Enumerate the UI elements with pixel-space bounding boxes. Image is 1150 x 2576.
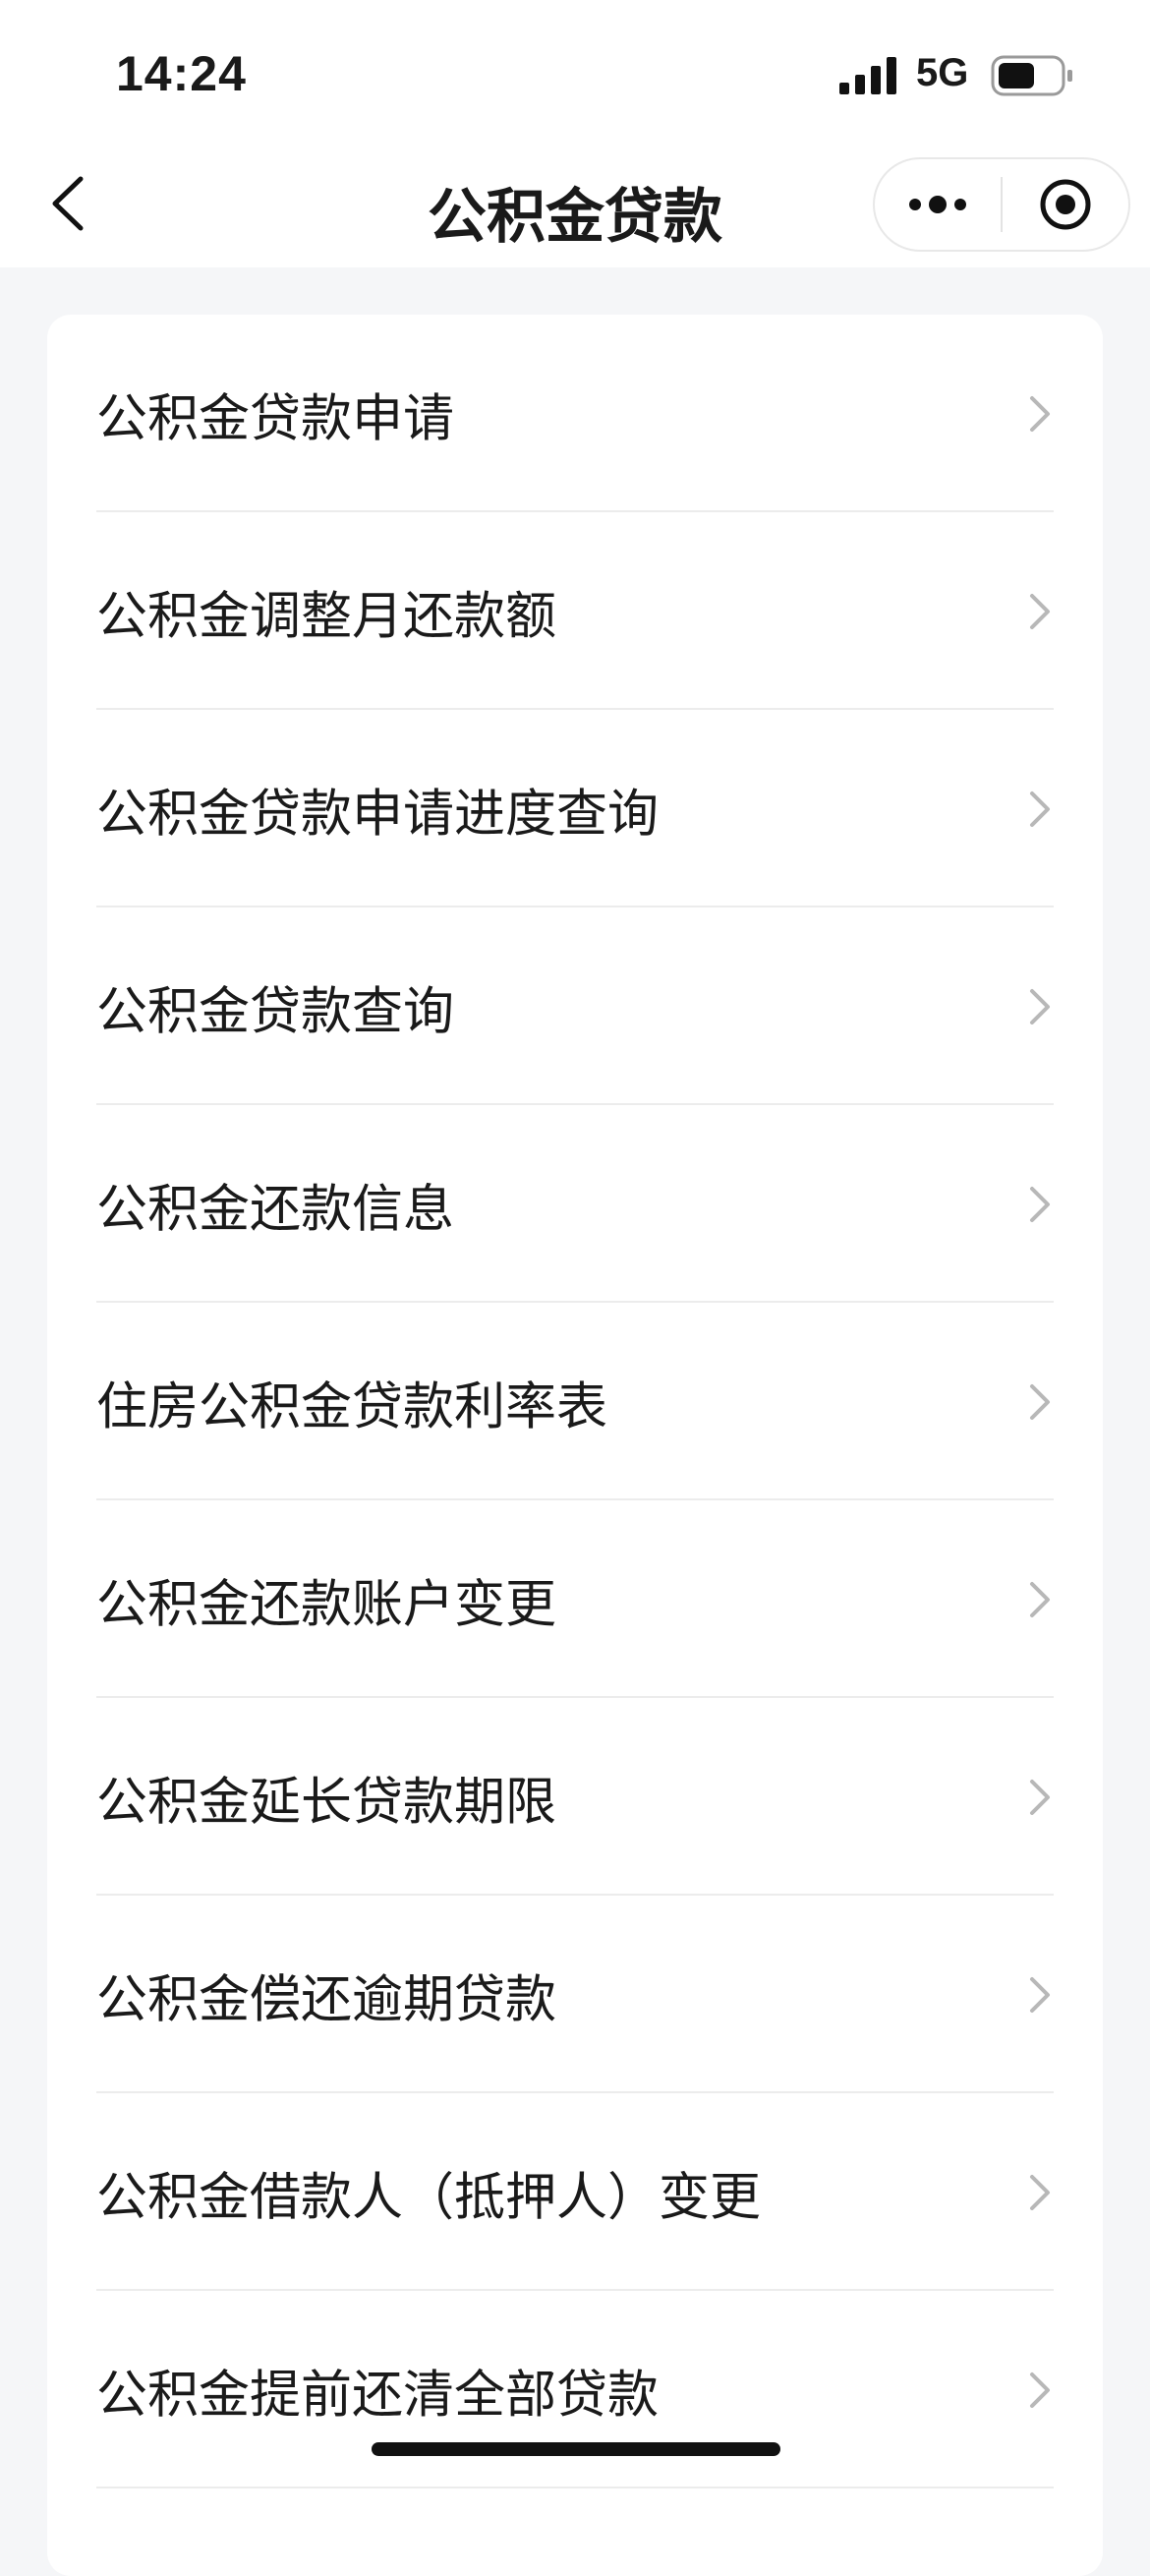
chevron-right-icon — [1030, 395, 1050, 432]
status-time: 14:24 — [116, 46, 247, 101]
menu-item-label: 公积金借款人（抵押人）变更 — [96, 2168, 762, 2227]
navigation-bar: 公积金贷款 — [0, 147, 1150, 267]
menu-item[interactable]: 公积金贷款申请进度查询 — [96, 710, 1054, 907]
chevron-right-icon — [1030, 2371, 1050, 2408]
menu-item[interactable]: 公积金提前还清全部贷款 — [96, 2291, 1054, 2488]
menu-item[interactable]: 公积金延长贷款期限 — [96, 1698, 1054, 1896]
menu-item[interactable]: 公积金调整月还款额 — [96, 512, 1054, 710]
top-bar: 14:24 5G 公积金贷款 — [0, 0, 1150, 267]
menu-item-label: 公积金提前还清全部贷款 — [96, 2366, 660, 2425]
home-indicator — [372, 2442, 780, 2456]
network-type: 5G — [916, 51, 969, 94]
chevron-right-icon — [1030, 1976, 1050, 2013]
battery-fill — [999, 63, 1034, 88]
mini-program-capsule — [873, 157, 1130, 252]
menu-item[interactable]: 公积金还款信息 — [96, 1105, 1054, 1303]
chevron-right-icon — [1030, 2174, 1050, 2210]
chevron-right-icon — [1030, 593, 1050, 629]
signal-icon — [839, 57, 896, 94]
menu-card: 公积金贷款申请公积金调整月还款额公积金贷款申请进度查询 公积金贷款查询 公积金还款信… — [47, 315, 1103, 2576]
menu-item-label: 公积金还款信息 — [96, 1180, 455, 1239]
menu-item[interactable]: 公积金偿还逾期贷款 — [96, 1896, 1054, 2093]
chevron-right-icon — [1030, 1779, 1050, 1815]
more-dots-icon — [909, 196, 966, 213]
menu-item[interactable]: 公积金还款账户变更 — [96, 1500, 1054, 1698]
chevron-right-icon — [1030, 790, 1050, 827]
chevron-right-icon — [1030, 988, 1050, 1025]
menu-item-label: 公积金贷款申请 — [96, 389, 455, 448]
row-separator — [96, 2487, 1054, 2488]
menu-item-label: 公积金还款账户变更 — [96, 1575, 557, 1634]
close-button[interactable] — [1003, 159, 1128, 250]
menu-item[interactable]: 住房公积金贷款利率表 — [96, 1303, 1054, 1500]
menu-item-label: 公积金偿还逾期贷款 — [96, 1970, 557, 2029]
menu-item-label: 公积金调整月还款额 — [96, 587, 557, 646]
menu-item[interactable]: 公积金贷款申请 — [96, 315, 1054, 512]
menu-item[interactable]: 公积金贷款查询 — [96, 907, 1054, 1105]
chevron-right-icon — [1030, 1383, 1050, 1420]
menu-item-label: 公积金贷款查询 — [96, 982, 455, 1041]
menu-item[interactable]: 公积金借款人（抵押人）变更 — [96, 2093, 1054, 2291]
battery-icon — [991, 55, 1072, 96]
record-target-icon — [1040, 179, 1091, 230]
chevron-right-icon — [1030, 1186, 1050, 1222]
menu-item-label: 住房公积金贷款利率表 — [96, 1377, 608, 1436]
more-button[interactable] — [875, 159, 1001, 250]
status-bar: 14:24 5G — [0, 0, 1150, 147]
menu-item-label: 公积金延长贷款期限 — [96, 1773, 557, 1832]
menu-item-label: 公积金贷款申请进度查询 — [96, 785, 660, 844]
chevron-right-icon — [1030, 1581, 1050, 1617]
